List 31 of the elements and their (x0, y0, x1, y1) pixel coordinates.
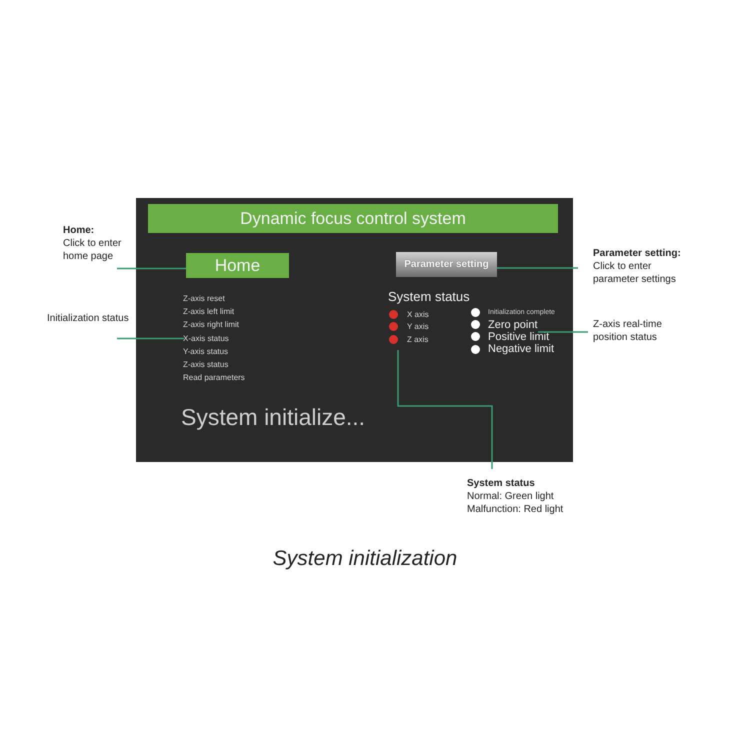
indicator-label: Zero point (488, 318, 538, 331)
annotation-text: Initialization status (47, 312, 129, 325)
status-heading: System status (388, 289, 470, 305)
init-step-text: Z-axis status (183, 358, 230, 371)
home-button[interactable]: Home (186, 253, 289, 278)
init-step-text: Read parameters (183, 372, 245, 384)
annotation-title: Parameter setting: (593, 247, 681, 260)
axis-label: Y axis (407, 322, 429, 332)
annotation-text: Z-axis real-time position status (593, 318, 663, 344)
leader-line (117, 338, 184, 340)
status-message: System initialize... (181, 403, 366, 432)
init-step-text: Z-axis reset (183, 293, 226, 305)
leader-line (117, 268, 186, 270)
annotation-text: Malfunction: Red light (467, 503, 564, 516)
axis-label: Z axis (407, 334, 428, 344)
annotation-text: Normal: Green light (467, 490, 554, 503)
init-step-text: Z-axis left limit (183, 306, 236, 318)
leader-line (538, 331, 588, 333)
annotation-title: Home: (63, 224, 94, 237)
annotation-title: System status (467, 477, 535, 490)
annotation-text: Click to enter home page (63, 237, 122, 263)
indicator-label: Positive limit (488, 330, 550, 343)
axis-label: X axis (407, 310, 429, 319)
init-step-text: Y-axis status (183, 346, 230, 358)
init-step-text: X-axis status (183, 332, 230, 345)
parameter-button[interactable]: Parameter setting (396, 252, 497, 277)
title-bar: Dynamic focus control system (148, 204, 558, 233)
init-step-text: Z-axis right limit (183, 319, 240, 332)
annotation-text: Click to enter parameter settings (593, 260, 677, 286)
figure-caption: System initialization (272, 546, 458, 572)
indicator-label: Negative limit (488, 343, 554, 356)
